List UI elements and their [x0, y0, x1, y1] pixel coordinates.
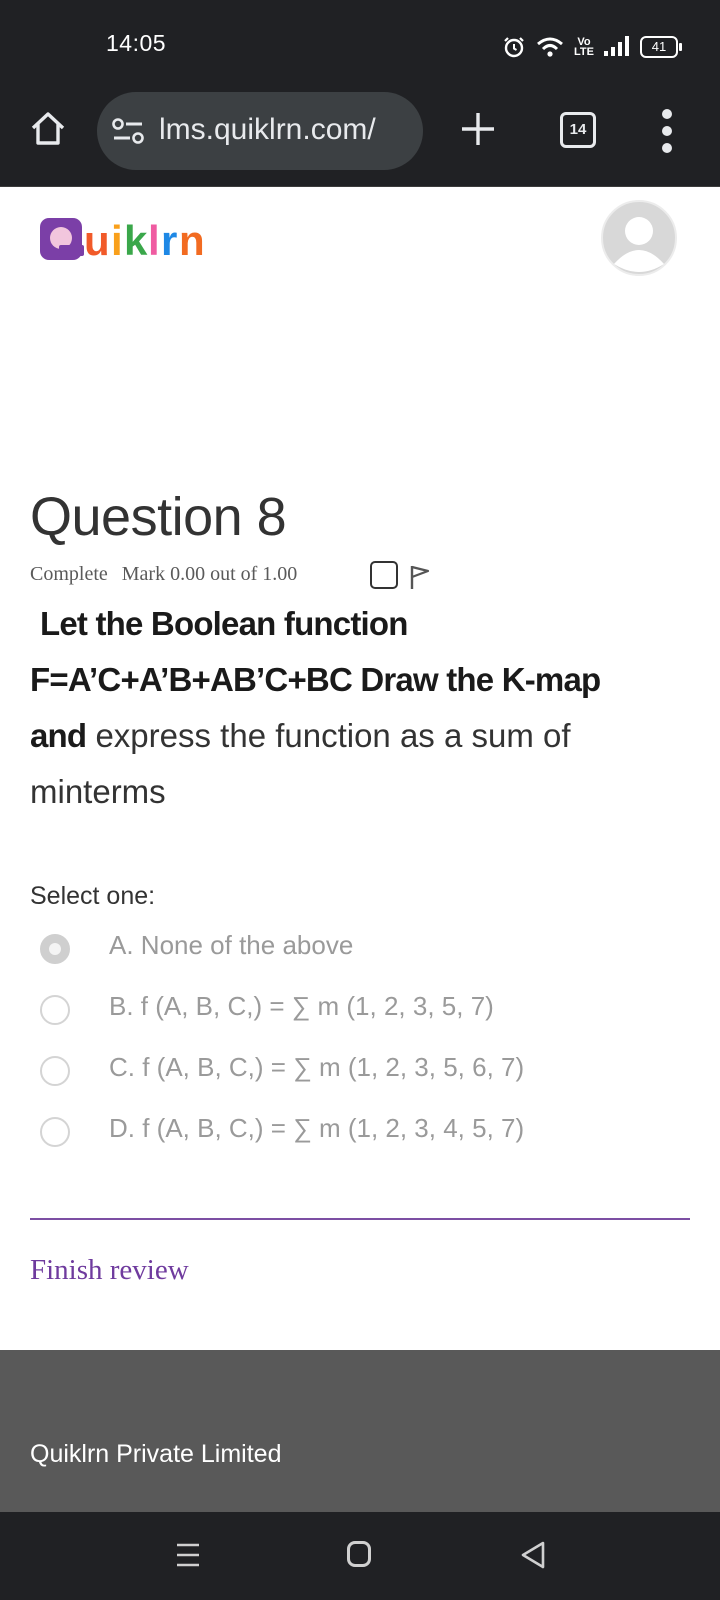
recents-icon[interactable]: [175, 1542, 201, 1568]
option-label[interactable]: B. f (A, B, C,) = ∑ m (1, 2, 3, 5, 7): [109, 991, 494, 1022]
svg-text:k: k: [124, 217, 148, 264]
finish-review-link[interactable]: Finish review: [30, 1254, 189, 1287]
question-text: Let the Boolean function F=A’C+A’B+AB’C+…: [30, 596, 700, 820]
quiklrn-logo[interactable]: u i k l r n: [40, 212, 240, 268]
status-icons: Vo LTE 41: [502, 32, 682, 62]
alarm-icon: [504, 37, 524, 58]
option-label[interactable]: D. f (A, B, C,) = ∑ m (1, 2, 3, 4, 5, 7): [109, 1113, 524, 1144]
signal-icon: [604, 36, 629, 56]
question-line: and express the function as a sum of: [30, 708, 700, 764]
option-b[interactable]: B. f (A, B, C,) = ∑ m (1, 2, 3, 5, 7): [40, 991, 680, 1031]
option-d[interactable]: D. f (A, B, C,) = ∑ m (1, 2, 3, 4, 5, 7): [40, 1113, 680, 1153]
new-tab-icon[interactable]: [458, 109, 498, 149]
question-line: F=A’C+A’B+AB’C+BC Draw the K-map: [30, 661, 601, 698]
user-avatar-icon[interactable]: [601, 200, 677, 276]
question-info: Complete Mark 0.00 out of 1.00: [30, 563, 297, 586]
svg-text:r: r: [161, 217, 177, 264]
status-time: 14:05: [106, 30, 167, 56]
battery-icon: 41: [640, 36, 682, 58]
option-label[interactable]: C. f (A, B, C,) = ∑ m (1, 2, 3, 5, 6, 7): [109, 1052, 524, 1083]
question-line: minterms: [30, 773, 166, 810]
radio-button[interactable]: [40, 995, 70, 1025]
wifi-icon: [537, 37, 563, 57]
flag-icon[interactable]: [409, 564, 431, 590]
status-bar: 14:05 Vo LTE 41: [0, 0, 720, 92]
radio-button[interactable]: [40, 1056, 70, 1086]
volte-indicator: Vo LTE: [574, 36, 594, 58]
question-plain-text: express the function as a sum of: [86, 717, 571, 754]
svg-text:l: l: [148, 217, 160, 264]
tabs-icon[interactable]: 14: [560, 112, 596, 148]
url-text[interactable]: lms.quiklrn.com/: [159, 113, 376, 147]
radio-button-selected[interactable]: [40, 934, 70, 964]
system-nav-bar: [0, 1512, 720, 1600]
address-bar[interactable]: lms.quiklrn.com/: [97, 92, 423, 170]
option-label[interactable]: A. None of the above: [109, 930, 353, 961]
option-a[interactable]: A. None of the above: [40, 930, 680, 970]
question-mark: Mark 0.00 out of 1.00: [121, 563, 298, 585]
back-icon[interactable]: [520, 1540, 546, 1570]
page-footer: Quiklrn Private Limited: [0, 1350, 720, 1512]
divider: [30, 1218, 690, 1220]
site-settings-icon[interactable]: [111, 116, 145, 146]
browser-toolbar: lms.quiklrn.com/ 14: [0, 92, 720, 187]
footer-company: Quiklrn Private Limited: [30, 1440, 282, 1468]
select-one-label: Select one:: [30, 882, 156, 910]
radio-button[interactable]: [40, 1117, 70, 1147]
svg-text:i: i: [111, 217, 123, 264]
option-c[interactable]: C. f (A, B, C,) = ∑ m (1, 2, 3, 5, 6, 7): [40, 1052, 680, 1092]
question-line: Let the Boolean function: [40, 605, 408, 642]
nav-home-icon[interactable]: [347, 1541, 371, 1567]
menu-icon[interactable]: [660, 107, 674, 155]
flag-checkbox[interactable]: [370, 561, 398, 589]
question-state: Complete: [30, 563, 108, 585]
home-icon[interactable]: [28, 109, 68, 149]
question-bold-text: and: [30, 717, 87, 754]
question-title: Question 8: [30, 487, 287, 547]
svg-text:u: u: [84, 217, 110, 264]
svg-text:n: n: [179, 217, 205, 264]
